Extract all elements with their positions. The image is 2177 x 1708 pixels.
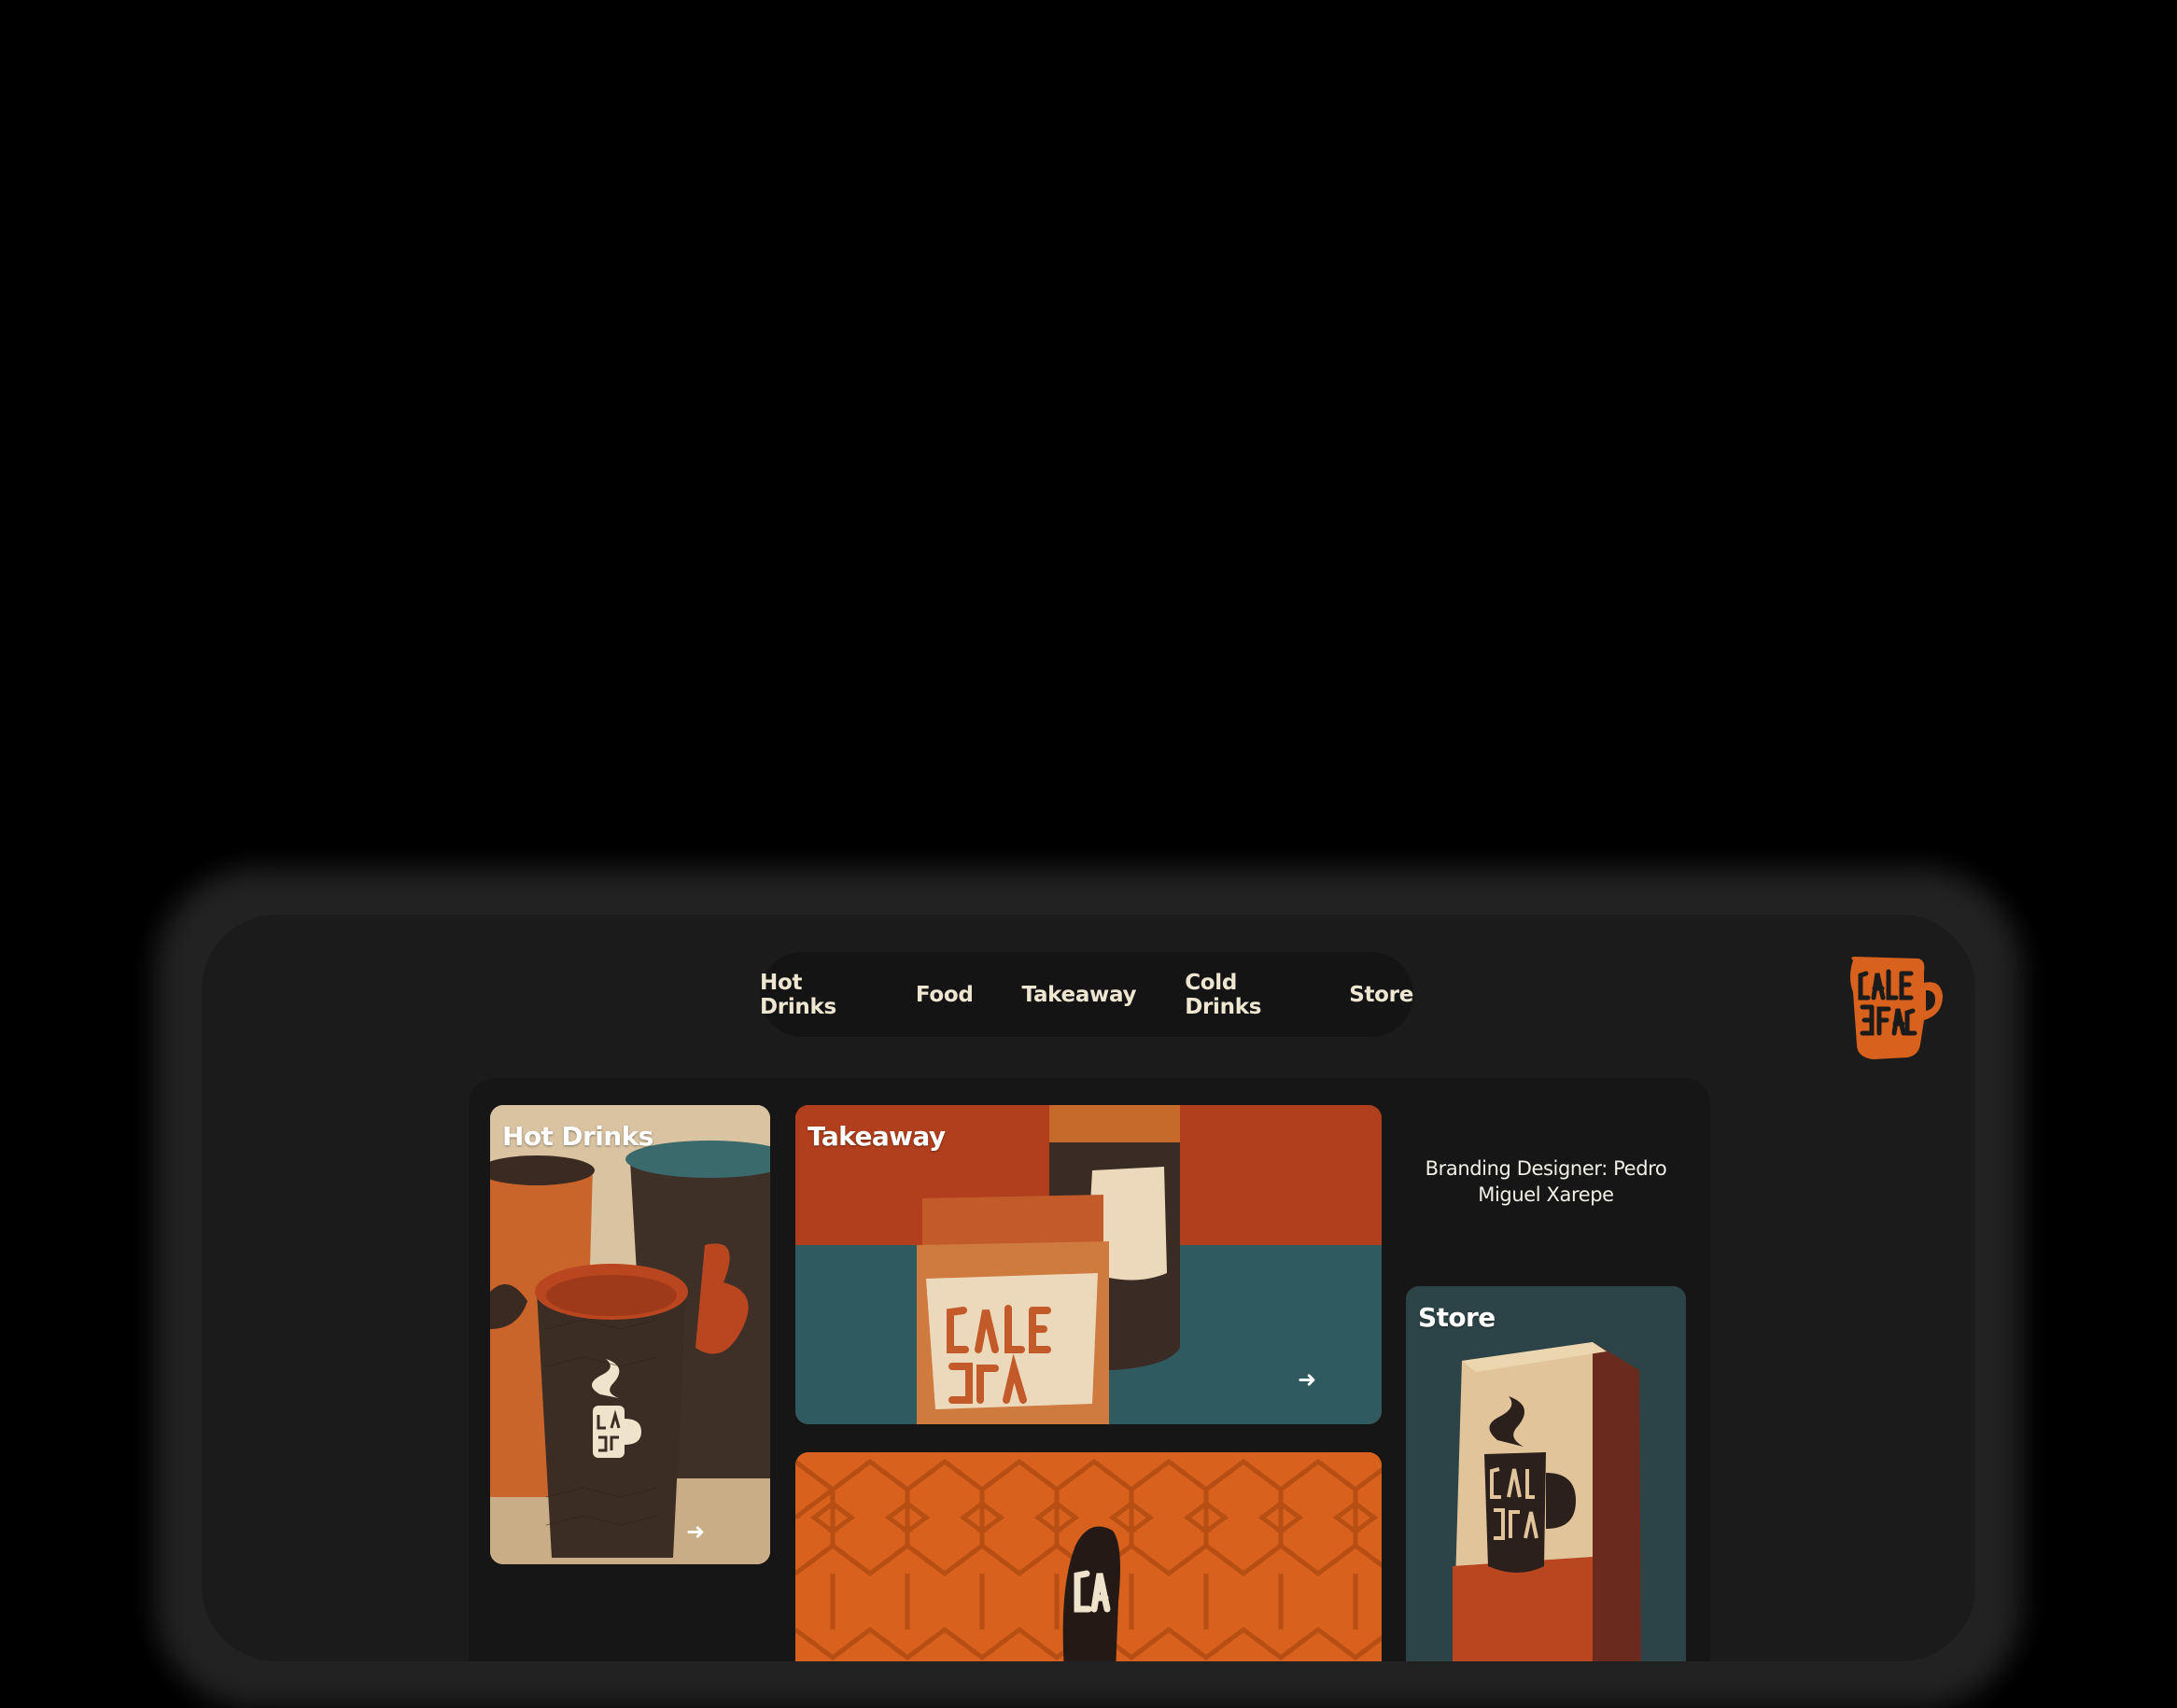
arrow-right-icon[interactable]: ➜	[686, 1519, 705, 1545]
top-nav: Hot Drinks Food Takeaway Cold Drinks Sto…	[760, 952, 1413, 1037]
card-hot-drinks[interactable]: Hot Drinks ➜	[490, 1105, 770, 1564]
arrow-right-icon[interactable]: ➜	[1298, 1366, 1316, 1393]
nav-item-cold-drinks[interactable]: Cold Drinks	[1185, 971, 1300, 1019]
nav-item-takeaway[interactable]: Takeaway	[1022, 983, 1137, 1007]
takeaway-image	[795, 1105, 1382, 1424]
designer-credit: Branding Designer: Pedro Miguel Xarepe	[1425, 1157, 1667, 1206]
pattern-image	[795, 1452, 1382, 1661]
hot-drinks-image	[490, 1105, 770, 1564]
mug-logo-icon[interactable]	[1846, 955, 1948, 1060]
card-title-takeaway: Takeaway	[808, 1121, 946, 1152]
nav-item-hot-drinks[interactable]: Hot Drinks	[760, 971, 867, 1019]
card-takeaway[interactable]: Takeaway ➜	[795, 1105, 1382, 1424]
nav-item-food[interactable]: Food	[916, 983, 974, 1007]
card-pattern[interactable]	[795, 1452, 1382, 1661]
card-title-store: Store	[1418, 1302, 1496, 1333]
nav-item-store[interactable]: Store	[1349, 983, 1413, 1007]
store-image	[1406, 1286, 1686, 1661]
card-store[interactable]: Store	[1406, 1286, 1686, 1661]
device-frame: Hot Drinks Food Takeaway Cold Drinks Sto…	[202, 915, 1975, 1661]
card-title-hot-drinks: Hot Drinks	[502, 1121, 653, 1152]
